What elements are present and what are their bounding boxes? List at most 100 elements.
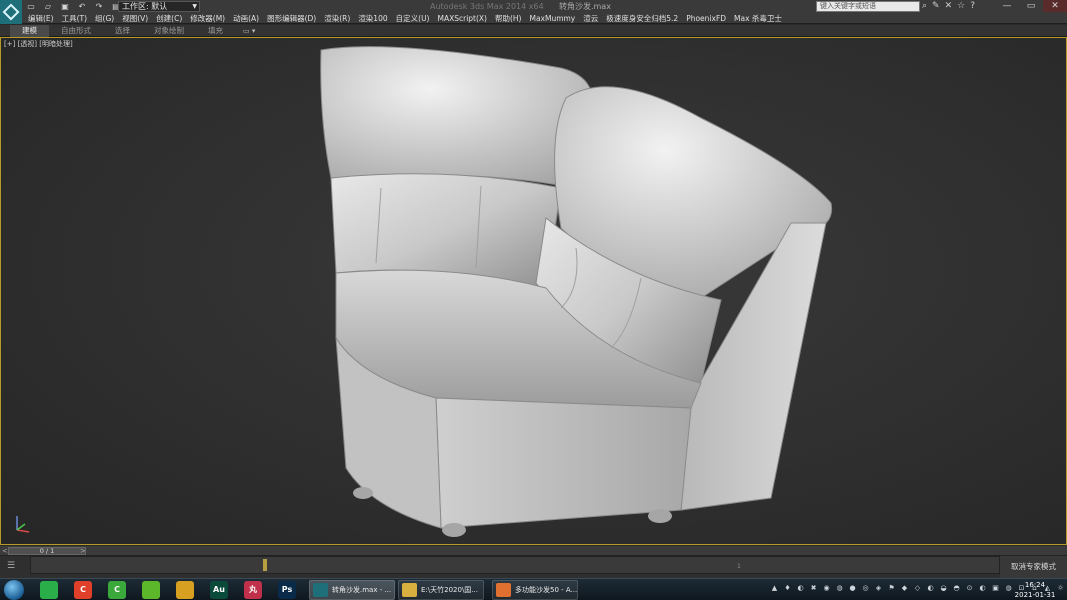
menu-item[interactable]: 渲染(R) <box>320 13 354 24</box>
start-button[interactable] <box>4 580 24 600</box>
time-slider-next-button[interactable]: > <box>80 546 86 556</box>
menu-item[interactable]: 图形编辑器(D) <box>263 13 320 24</box>
time-slider-thumb[interactable]: 0 / 1 <box>8 547 86 555</box>
ribbon-tab[interactable]: 选择 <box>103 25 142 37</box>
window-title: Autodesk 3ds Max 2014 x64 转角沙发.max <box>430 2 611 11</box>
key-icon[interactable]: ✎ <box>932 1 940 12</box>
menu-item[interactable]: 自定义(U) <box>392 13 434 24</box>
app-wan-icon[interactable]: 丸 <box>244 581 262 599</box>
menu-item[interactable]: PhoenixFD <box>682 13 730 24</box>
taskbar-task[interactable]: E:\天竹2020\国... <box>398 580 484 600</box>
menu-item[interactable]: 编辑(E) <box>24 13 58 24</box>
workspace-select[interactable]: 工作区: 默认 ▼ <box>118 1 200 12</box>
menu-item[interactable]: 视图(V) <box>118 13 152 24</box>
tray-icon[interactable]: ◐ <box>796 583 805 593</box>
task-label: 转角沙发.max - ... <box>332 586 392 594</box>
3dsmax-window: ▭ ▱ ▣ ↶ ↷ ▤ 工作区: 默认 ▼ Autodesk 3ds Max 2… <box>0 0 1067 600</box>
axis-gizmo-icon <box>16 516 30 533</box>
tray-icon[interactable]: ⚑ <box>887 583 896 593</box>
chevron-down-icon: ▼ <box>192 3 197 10</box>
taskbar-task[interactable]: 多功能沙发50 - A... <box>492 580 578 600</box>
app-c-green-icon[interactable]: C <box>108 581 126 599</box>
file-name: 转角沙发.max <box>558 2 611 11</box>
tray-icon[interactable]: ◐ <box>978 583 987 593</box>
menu-item[interactable]: 渲染100 <box>354 13 391 24</box>
tray-icon[interactable]: ◐ <box>926 583 935 593</box>
ribbon-tab[interactable]: 建模 <box>10 25 49 37</box>
tray-icon[interactable]: ◉ <box>822 583 831 593</box>
star-icon[interactable]: ☆ <box>957 1 965 12</box>
frame-tick-label: 1 <box>737 563 741 570</box>
menu-item[interactable]: 修改器(M) <box>186 13 229 24</box>
tray-icon[interactable]: ◇ <box>913 583 922 593</box>
task-app-icon <box>402 583 417 597</box>
tray-icon[interactable]: ● <box>848 583 857 593</box>
window-controls: — ▭ ✕ <box>995 0 1067 12</box>
sofa-foot <box>353 487 373 499</box>
redo-icon[interactable]: ↷ <box>92 1 106 12</box>
taskbar-clock[interactable]: 16:24 2021-01-31 <box>1010 580 1060 600</box>
help-icon[interactable]: ? <box>970 1 975 12</box>
task-app-icon <box>313 583 328 597</box>
current-frame-marker[interactable] <box>263 559 267 571</box>
tray-icon[interactable]: ◍ <box>835 583 844 593</box>
mini-curve-editor-icon[interactable]: ☰ <box>4 560 18 572</box>
menu-item[interactable]: 极速度身安全归档5.2 <box>602 13 682 24</box>
track-bar-area[interactable]: 1 <box>30 556 1000 574</box>
menu-item[interactable]: 动画(A) <box>229 13 263 24</box>
maximize-button[interactable]: ▭ <box>1019 0 1043 12</box>
corner-sofa-model[interactable] <box>1 38 1066 544</box>
infocenter-toolbar: ⌕ ✎ ✕ ☆ ? <box>922 1 975 12</box>
tray-icon[interactable]: ♦ <box>783 583 792 593</box>
tray-icon[interactable]: ✖ <box>809 583 818 593</box>
undo-icon[interactable]: ↶ <box>75 1 89 12</box>
menu-item[interactable]: 组(G) <box>91 13 118 24</box>
title-bar: ▭ ▱ ▣ ↶ ↷ ▤ 工作区: 默认 ▼ Autodesk 3ds Max 2… <box>0 0 1067 24</box>
ribbon-tab[interactable]: 自由形式 <box>49 25 103 37</box>
open-file-icon[interactable]: ▱ <box>41 1 55 12</box>
tray-icon[interactable]: ▲ <box>770 583 779 593</box>
menu-bar: 编辑(E) 工具(T) 组(G) 视图(V) 创建(C) 修改器(M) 动画(A) 图形编辑器… <box>24 13 786 24</box>
cancel-expert-mode-button[interactable]: 取消专家模式 <box>1000 556 1067 578</box>
menu-item[interactable]: Max 杀毒卫士 <box>730 13 786 24</box>
app-green-circle-icon[interactable] <box>142 581 160 599</box>
search-icon[interactable]: ⌕ <box>922 1 927 12</box>
tray-icon[interactable]: ◆ <box>900 583 909 593</box>
tray-icon[interactable]: ◈ <box>874 583 883 593</box>
clock-date: 2021-01-31 <box>1014 591 1056 599</box>
chrome-icon[interactable] <box>176 581 194 599</box>
wechat-icon[interactable] <box>40 581 58 599</box>
photoshop-icon[interactable]: Ps <box>278 581 296 599</box>
app-c-red-icon[interactable]: C <box>74 581 92 599</box>
task-label: E:\天竹2020\国... <box>421 586 478 594</box>
tray-icon[interactable]: ◓ <box>952 583 961 593</box>
close-button[interactable]: ✕ <box>1043 0 1067 12</box>
ribbon-toggle-button[interactable]: ▭ ▾ <box>235 25 263 37</box>
save-file-icon[interactable]: ▣ <box>58 1 72 12</box>
clock-time: 16:24 <box>1024 581 1046 589</box>
menu-item[interactable]: MAXScript(X) <box>433 13 490 24</box>
menu-item[interactable]: 工具(T) <box>58 13 91 24</box>
ribbon-tabs: 建模 自由形式 选择 对象绘制 填充 ▭ ▾ <box>10 25 263 37</box>
tray-icon[interactable]: ◎ <box>861 583 870 593</box>
minimize-button[interactable]: — <box>995 0 1019 12</box>
app-menu-button[interactable] <box>0 0 22 24</box>
menu-item[interactable]: 帮助(H) <box>491 13 526 24</box>
task-label: 多功能沙发50 - A... <box>515 586 578 594</box>
search-input[interactable]: 键入关键字或短语 <box>816 1 920 12</box>
tray-icon[interactable]: ◒ <box>939 583 948 593</box>
exchange-icon[interactable]: ✕ <box>945 1 953 12</box>
tray-icon[interactable]: ▣ <box>991 583 1000 593</box>
ribbon-tab[interactable]: 对象绘制 <box>142 25 196 37</box>
perspective-viewport[interactable]: [+] [透视] [明暗处理] <box>0 37 1067 545</box>
menu-item[interactable]: 创建(C) <box>152 13 186 24</box>
menu-item[interactable]: MaxMummy <box>525 13 579 24</box>
ribbon-tab[interactable]: 填充 <box>196 25 235 37</box>
time-slider-prev-button[interactable]: < <box>2 546 8 556</box>
taskbar-task[interactable]: 转角沙发.max - ... <box>309 580 395 600</box>
time-slider[interactable]: < 0 / 1 > <box>0 546 1067 556</box>
menu-item[interactable]: 渲云 <box>579 13 602 24</box>
tray-icon[interactable]: ⊙ <box>965 583 974 593</box>
audition-icon[interactable]: Au <box>210 581 228 599</box>
new-file-icon[interactable]: ▭ <box>24 1 38 12</box>
